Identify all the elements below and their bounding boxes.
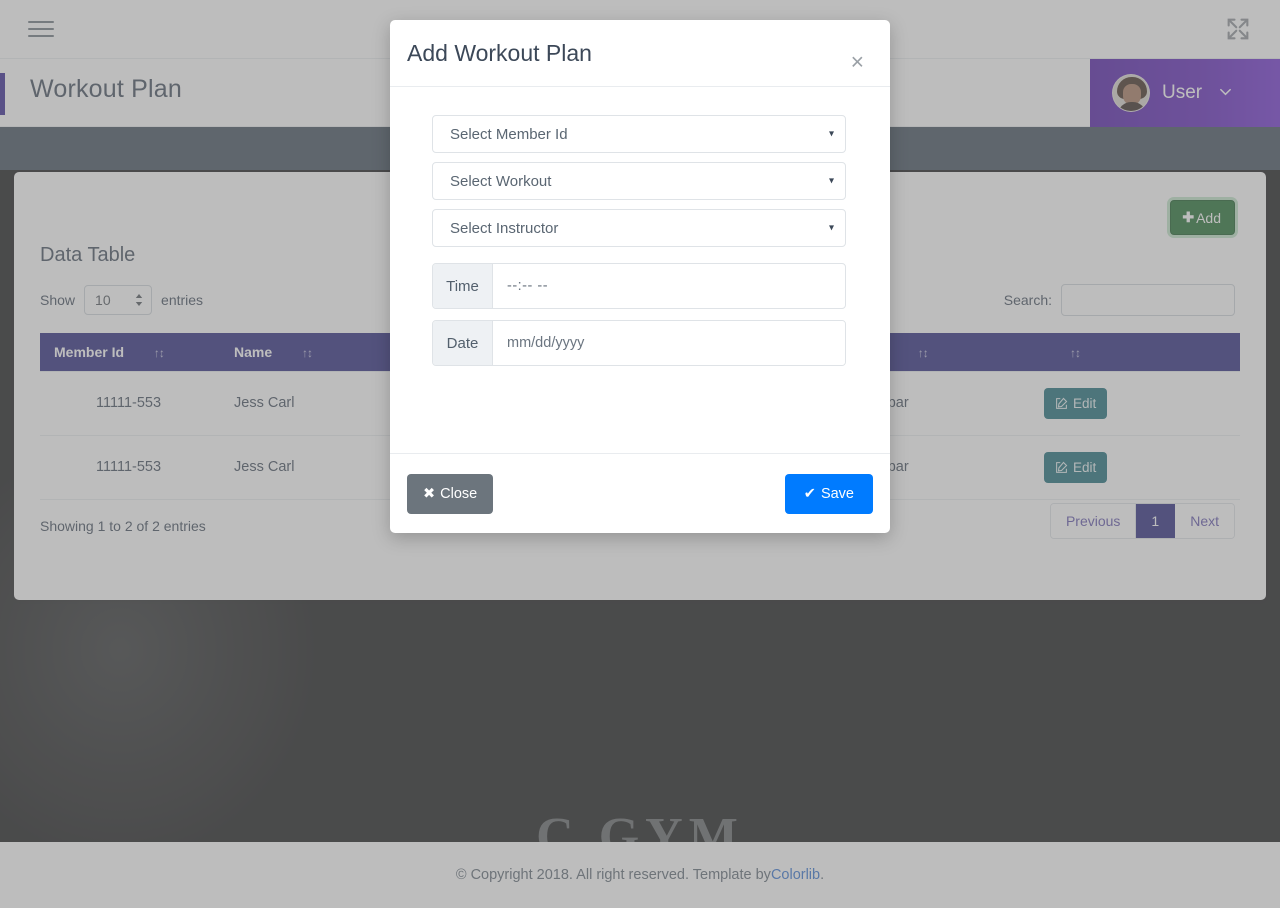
form-row-workout: Select Workout ▾ <box>432 162 848 200</box>
modal-title: Add Workout Plan <box>407 39 592 66</box>
form-row-time: Time --:-- -- <box>432 263 846 309</box>
date-field-label: Date <box>433 321 493 365</box>
x-icon: ✖ <box>423 485 436 502</box>
instructor-select-label: Select Instructor <box>450 219 559 237</box>
close-button[interactable]: ✖ Close <box>407 473 494 514</box>
workout-select-label: Select Workout <box>450 172 552 190</box>
modal-body: Select Member Id ▾ Select Workout ▾ Sele… <box>390 87 890 453</box>
instructor-select[interactable]: Select Instructor ▾ <box>432 209 846 247</box>
chevron-down-icon: ▾ <box>828 175 834 187</box>
form-row-member-id: Select Member Id ▾ <box>432 115 848 153</box>
form-row-date: Date <box>432 320 846 366</box>
save-button-label: Save <box>820 485 854 502</box>
member-id-select[interactable]: Select Member Id ▾ <box>432 115 846 153</box>
member-id-select-label: Select Member Id <box>450 125 568 143</box>
time-input[interactable]: --:-- -- <box>493 264 845 308</box>
chevron-down-icon: ▾ <box>828 128 834 140</box>
close-x-icon[interactable]: × <box>845 50 870 75</box>
close-button-label: Close <box>440 485 478 502</box>
check-icon: ✔ <box>803 485 816 502</box>
form-row-instructor: Select Instructor ▾ <box>432 209 848 247</box>
modal-footer: ✖ Close ✔ Save <box>390 453 890 533</box>
add-workout-plan-modal: Add Workout Plan × Select Member Id ▾ Se… <box>390 20 890 533</box>
time-field-label: Time <box>433 264 493 308</box>
modal-header: Add Workout Plan × <box>390 20 890 87</box>
chevron-down-icon: ▾ <box>828 222 834 234</box>
workout-select[interactable]: Select Workout ▾ <box>432 162 846 200</box>
date-input[interactable] <box>493 321 845 365</box>
save-button[interactable]: ✔ Save <box>784 473 873 514</box>
